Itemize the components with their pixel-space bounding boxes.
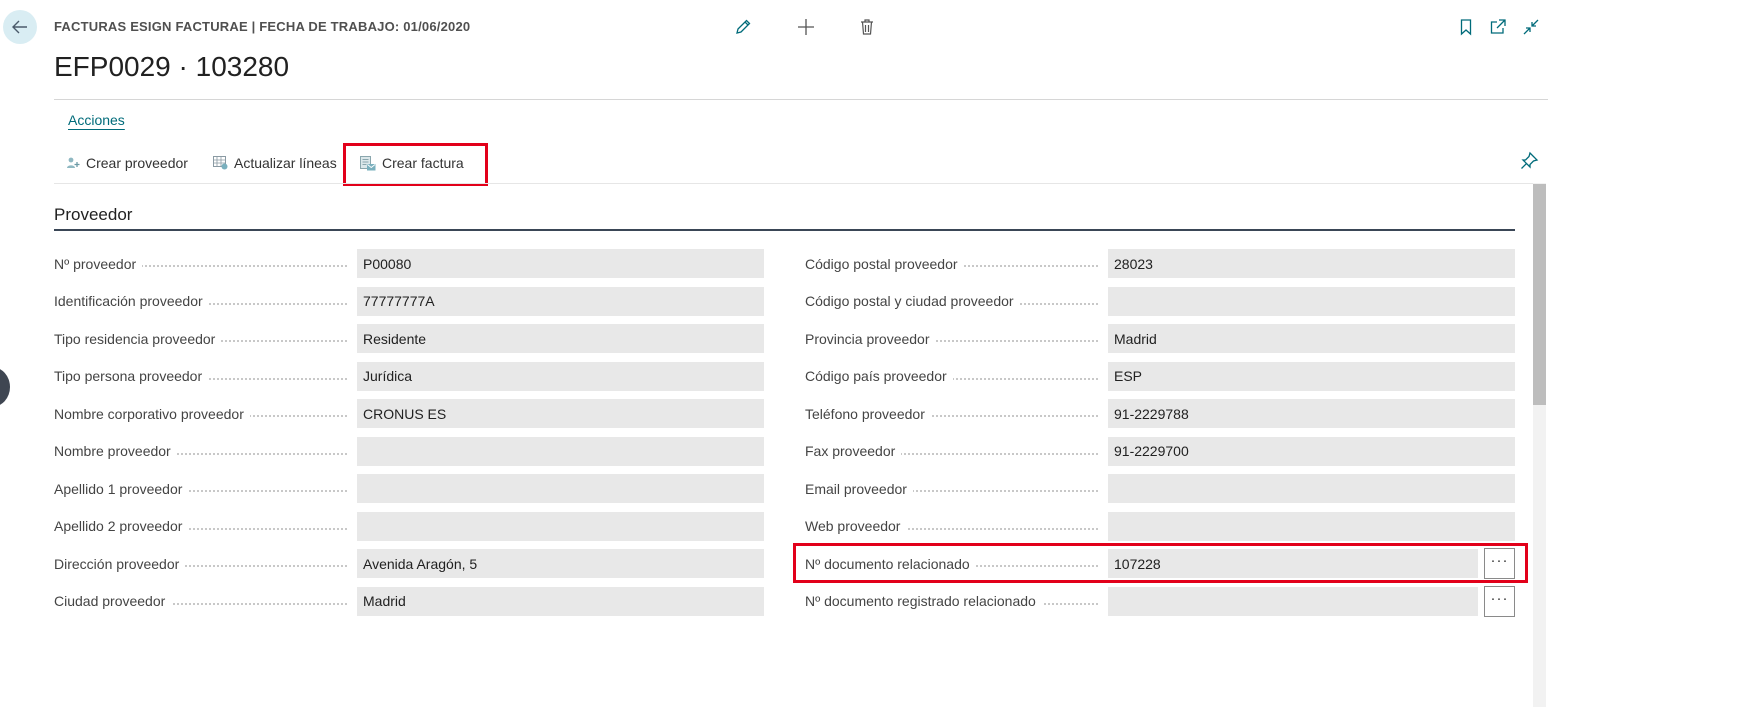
field-label: Nº proveedor bbox=[54, 249, 143, 278]
field-row-provincia-proveedor: Provincia proveedor Madrid bbox=[805, 324, 1515, 353]
field-input-telefono-proveedor[interactable]: 91-2229788 bbox=[1108, 399, 1515, 428]
field-label: Tipo residencia proveedor bbox=[54, 324, 222, 353]
update-lines-label: Actualizar líneas bbox=[234, 155, 337, 171]
create-vendor-button[interactable]: Crear proveedor bbox=[66, 152, 188, 174]
collapse-button[interactable] bbox=[1520, 16, 1542, 38]
field-row-email-proveedor: Email proveedor bbox=[805, 474, 1515, 503]
field-input-nno-documento-relacionado[interactable]: 107228 bbox=[1108, 549, 1478, 578]
field-label: Identificación proveedor bbox=[54, 286, 209, 316]
new-button[interactable] bbox=[795, 16, 817, 38]
field-label: Apellido 2 proveedor bbox=[54, 511, 189, 541]
trash-icon bbox=[861, 19, 873, 35]
section-title-proveedor: Proveedor bbox=[54, 205, 133, 224]
plus-icon bbox=[798, 19, 814, 35]
arrow-left-icon bbox=[12, 20, 27, 34]
field-label: Provincia proveedor bbox=[805, 324, 936, 353]
side-panel-handle[interactable] bbox=[0, 367, 10, 407]
create-invoice-button[interactable]: Crear factura bbox=[360, 152, 464, 174]
field-label: Nombre proveedor bbox=[54, 436, 177, 466]
field-row-tipo-residencia-proveedor: Tipo residencia proveedor Residente bbox=[54, 324, 764, 353]
field-label: Nº documento registrado relacionado bbox=[805, 586, 1042, 616]
open-in-new-window-icon bbox=[1490, 19, 1506, 34]
field-row-fax-proveedor: Fax proveedor 91-2229700 bbox=[805, 436, 1515, 466]
field-input-nno-proveedor[interactable]: P00080 bbox=[357, 249, 764, 278]
pin-icon bbox=[1521, 151, 1539, 169]
bookmark-button[interactable] bbox=[1455, 16, 1477, 38]
field-row-apellido-2-proveedor: Apellido 2 proveedor bbox=[54, 511, 764, 541]
field-row-telefono-proveedor: Teléfono proveedor 91-2229788 bbox=[805, 399, 1515, 428]
field-row-tipo-persona-proveedor: Tipo persona proveedor Jurídica bbox=[54, 361, 764, 391]
field-input-codigo-postal-y-ciudad-proveedor[interactable] bbox=[1108, 286, 1515, 316]
field-label: Ciudad proveedor bbox=[54, 586, 172, 616]
actions-divider bbox=[54, 183, 1534, 184]
lookup-button[interactable]: ··· bbox=[1484, 585, 1515, 617]
field-input-email-proveedor[interactable] bbox=[1108, 474, 1515, 503]
field-label: Nº documento relacionado bbox=[805, 549, 976, 578]
tab-acciones[interactable]: Acciones bbox=[68, 112, 125, 128]
scrollbar-thumb[interactable] bbox=[1533, 184, 1546, 405]
field-input-codigo-postal-proveedor[interactable]: 28023 bbox=[1108, 249, 1515, 278]
field-input-nombre-proveedor[interactable] bbox=[357, 436, 764, 466]
create-invoice-label: Crear factura bbox=[382, 155, 464, 171]
field-row-nombre-proveedor: Nombre proveedor bbox=[54, 436, 764, 466]
field-input-apellido-2-proveedor[interactable] bbox=[357, 511, 764, 541]
field-input-fax-proveedor[interactable]: 91-2229700 bbox=[1108, 436, 1515, 466]
field-input-web-proveedor[interactable] bbox=[1108, 511, 1515, 541]
field-row-ciudad-proveedor: Ciudad proveedor Madrid bbox=[54, 586, 764, 616]
lookup-button[interactable]: ··· bbox=[1484, 548, 1515, 579]
create-vendor-icon bbox=[67, 157, 80, 168]
field-label: Código país proveedor bbox=[805, 361, 953, 391]
field-row-nombre-corporativo-proveedor: Nombre corporativo proveedor CRONUS ES bbox=[54, 399, 764, 428]
collapse-icon bbox=[1523, 19, 1539, 35]
field-label: Tipo persona proveedor bbox=[54, 361, 209, 391]
back-button[interactable] bbox=[3, 10, 37, 44]
field-label: Teléfono proveedor bbox=[805, 399, 931, 428]
field-label: Fax proveedor bbox=[805, 436, 902, 466]
field-input-direccion-proveedor[interactable]: Avenida Aragón, 5 bbox=[357, 549, 764, 578]
field-row-identificacion-proveedor: Identificación proveedor 77777777A bbox=[54, 286, 764, 316]
field-label: Web proveedor bbox=[805, 511, 907, 541]
page-title: EFP0029 · 103280 bbox=[54, 51, 290, 82]
update-lines-button[interactable]: Actualizar líneas bbox=[213, 152, 337, 174]
field-row-apellido-1-proveedor: Apellido 1 proveedor bbox=[54, 474, 764, 503]
field-input-identificacion-proveedor[interactable]: 77777777A bbox=[357, 286, 764, 316]
field-label: Código postal y ciudad proveedor bbox=[805, 286, 1020, 316]
create-invoice-icon bbox=[360, 155, 376, 170]
delete-button[interactable] bbox=[856, 16, 878, 38]
field-row-codigo-pais-proveedor: Código país proveedor ESP bbox=[805, 361, 1515, 391]
field-label: Nombre corporativo proveedor bbox=[54, 399, 250, 428]
field-input-nombre-corporativo-proveedor[interactable]: CRONUS ES bbox=[357, 399, 764, 428]
field-row-nno-documento-registrado-relacionado: Nº documento registrado relacionado ··· bbox=[805, 585, 1515, 617]
edit-button[interactable] bbox=[732, 16, 754, 38]
field-input-tipo-residencia-proveedor[interactable]: Residente bbox=[357, 324, 764, 353]
page-caption: FACTURAS ESIGN FACTURAE | FECHA DE TRABA… bbox=[54, 19, 471, 34]
section-rule bbox=[54, 229, 1515, 231]
field-row-codigo-postal-proveedor: Código postal proveedor 28023 bbox=[805, 249, 1515, 278]
field-row-nno-proveedor: Nº proveedor P00080 bbox=[54, 249, 764, 278]
field-input-provincia-proveedor[interactable]: Madrid bbox=[1108, 324, 1515, 353]
pencil-icon bbox=[736, 19, 751, 34]
pin-actions-button[interactable] bbox=[1518, 150, 1540, 172]
update-lines-icon bbox=[213, 156, 228, 170]
field-row-direccion-proveedor: Dirección proveedor Avenida Aragón, 5 bbox=[54, 549, 764, 578]
field-input-tipo-persona-proveedor[interactable]: Jurídica bbox=[357, 361, 764, 391]
bookmark-icon bbox=[1460, 19, 1472, 36]
field-row-codigo-postal-y-ciudad-proveedor: Código postal y ciudad proveedor bbox=[805, 286, 1515, 316]
open-new-window-button[interactable] bbox=[1487, 16, 1509, 38]
ellipsis-icon: ··· bbox=[1490, 589, 1509, 607]
field-input-ciudad-proveedor[interactable]: Madrid bbox=[357, 586, 764, 616]
field-label: Código postal proveedor bbox=[805, 249, 964, 278]
field-label: Dirección proveedor bbox=[54, 549, 186, 578]
field-input-codigo-pais-proveedor[interactable]: ESP bbox=[1108, 361, 1515, 391]
field-input-apellido-1-proveedor[interactable] bbox=[357, 474, 764, 503]
field-label: Email proveedor bbox=[805, 474, 913, 503]
field-row-nno-documento-relacionado: Nº documento relacionado 107228 ··· bbox=[805, 548, 1515, 579]
field-input-nno-documento-registrado-relacionado[interactable] bbox=[1108, 586, 1478, 616]
field-label: Apellido 1 proveedor bbox=[54, 474, 189, 503]
field-row-web-proveedor: Web proveedor bbox=[805, 511, 1515, 541]
create-vendor-label: Crear proveedor bbox=[86, 155, 188, 171]
ellipsis-icon: ··· bbox=[1490, 552, 1509, 569]
header-divider bbox=[54, 99, 1548, 100]
